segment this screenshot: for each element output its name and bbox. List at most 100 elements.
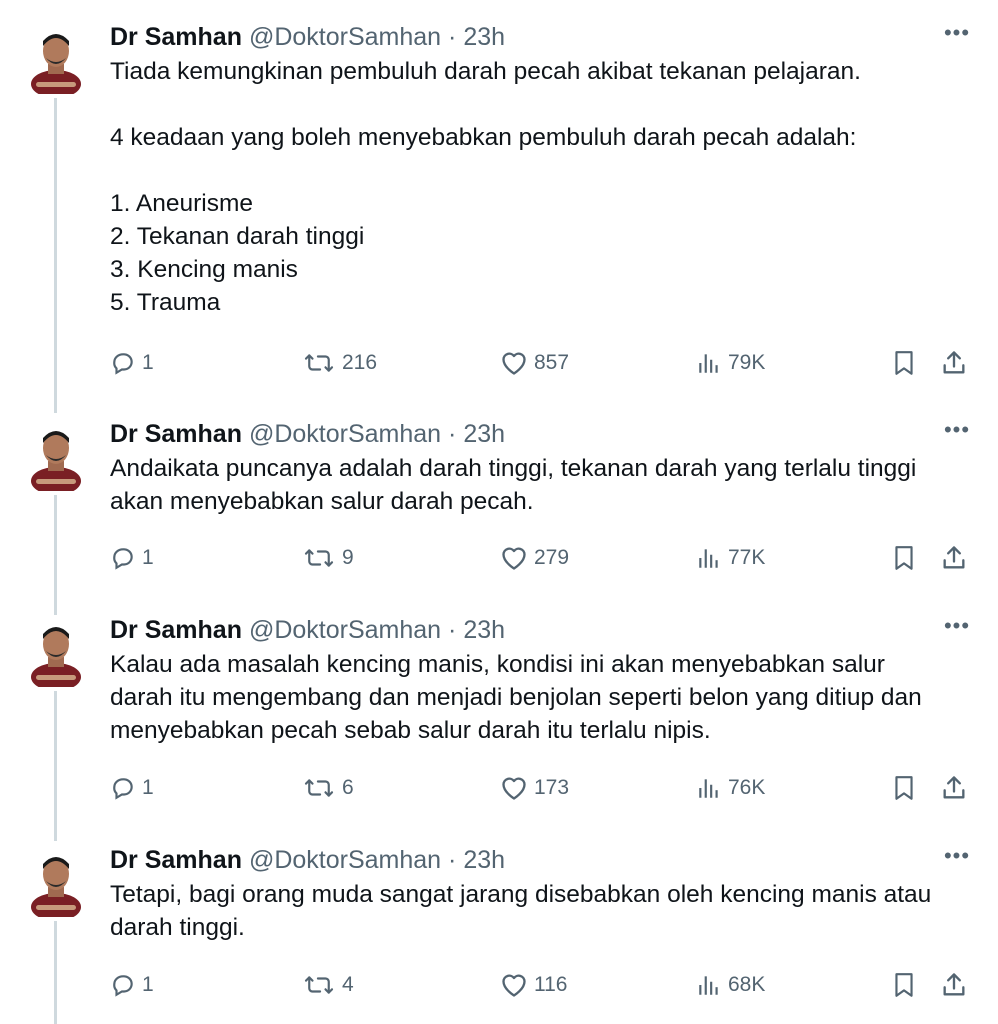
reply-count: 1	[142, 776, 154, 799]
like-icon	[500, 545, 528, 571]
share-icon	[940, 774, 968, 802]
tweet-header: Dr Samhan @DoktorSamhan · 23h	[110, 419, 505, 449]
views-icon	[696, 775, 722, 801]
share-button[interactable]	[940, 773, 968, 803]
reply-count: 1	[142, 351, 154, 374]
like-icon	[500, 775, 528, 801]
repost-count: 216	[342, 351, 378, 374]
views-button[interactable]: 77K	[696, 543, 765, 573]
share-icon	[940, 544, 968, 572]
like-count: 279	[534, 546, 570, 569]
tweet[interactable]: Dr Samhan @DoktorSamhan · 23h ••• Tetapi…	[0, 843, 998, 1024]
tweet-text: Tiada kemungkinan pembuluh darah pecah a…	[110, 58, 861, 316]
share-button[interactable]	[940, 970, 968, 1000]
tweet[interactable]: Dr Samhan @DoktorSamhan · 23h ••• Tiada …	[0, 20, 998, 413]
like-button[interactable]: 116	[500, 970, 567, 1000]
tweet[interactable]: Dr Samhan @DoktorSamhan · 23h ••• Kalau …	[0, 613, 998, 841]
share-button[interactable]	[940, 348, 968, 378]
thread-line	[54, 691, 57, 841]
views-button[interactable]: 79K	[696, 348, 765, 378]
views-icon	[696, 972, 722, 998]
reply-icon	[110, 350, 136, 376]
avatar[interactable]	[28, 423, 84, 495]
reply-button[interactable]: 1	[110, 543, 154, 573]
repost-icon	[302, 775, 336, 801]
author-name[interactable]: Dr Samhan	[110, 846, 242, 874]
views-icon	[696, 545, 722, 571]
tweet[interactable]: Dr Samhan @DoktorSamhan · 23h ••• Andaik…	[0, 417, 998, 615]
bookmark-icon	[891, 349, 917, 377]
reply-button[interactable]: 1	[110, 773, 154, 803]
views-count: 79K	[728, 351, 766, 374]
more-icon[interactable]: •••	[940, 415, 974, 445]
author-handle[interactable]: @DoktorSamhan	[249, 846, 441, 874]
repost-button[interactable]: 216	[302, 348, 377, 378]
author-handle[interactable]: @DoktorSamhan	[249, 616, 441, 644]
repost-icon	[302, 350, 336, 376]
tweet-header: Dr Samhan @DoktorSamhan · 23h	[110, 615, 505, 645]
repost-count: 6	[342, 776, 354, 799]
author-name[interactable]: Dr Samhan	[110, 23, 242, 51]
views-icon	[696, 350, 722, 376]
timestamp[interactable]: 23h	[463, 616, 505, 644]
like-icon	[500, 972, 528, 998]
more-icon[interactable]: •••	[940, 611, 974, 641]
reply-button[interactable]: 1	[110, 970, 154, 1000]
bookmark-icon	[891, 544, 917, 572]
like-count: 173	[534, 776, 570, 799]
views-count: 77K	[728, 546, 766, 569]
timestamp[interactable]: 23h	[463, 420, 505, 448]
views-button[interactable]: 76K	[696, 773, 765, 803]
views-count: 68K	[728, 973, 766, 996]
repost-count: 9	[342, 546, 354, 569]
bookmark-button[interactable]	[891, 970, 917, 1000]
timestamp[interactable]: 23h	[463, 846, 505, 874]
bookmark-icon	[891, 774, 917, 802]
timestamp[interactable]: 23h	[463, 23, 505, 51]
like-button[interactable]: 173	[500, 773, 569, 803]
reply-icon	[110, 972, 136, 998]
like-button[interactable]: 279	[500, 543, 569, 573]
separator: ·	[448, 616, 457, 644]
avatar[interactable]	[28, 849, 84, 921]
author-handle[interactable]: @DoktorSamhan	[249, 420, 441, 448]
views-count: 76K	[728, 776, 766, 799]
action-bar: 1 4 116 68K	[0, 970, 998, 1000]
like-count: 116	[534, 973, 568, 996]
share-icon	[940, 349, 968, 377]
avatar[interactable]	[28, 26, 84, 98]
avatar[interactable]	[28, 619, 84, 691]
reply-count: 1	[142, 546, 154, 569]
like-count: 857	[534, 351, 570, 374]
repost-button[interactable]: 4	[302, 970, 354, 1000]
bookmark-button[interactable]	[891, 348, 917, 378]
more-icon[interactable]: •••	[940, 841, 974, 871]
repost-button[interactable]: 6	[302, 773, 354, 803]
reply-count: 1	[142, 973, 154, 996]
like-icon	[500, 350, 528, 376]
bookmark-button[interactable]	[891, 773, 917, 803]
share-icon	[940, 971, 968, 999]
like-button[interactable]: 857	[500, 348, 569, 378]
author-name[interactable]: Dr Samhan	[110, 420, 242, 448]
reply-button[interactable]: 1	[110, 348, 154, 378]
action-bar: 1 6 173 76K	[0, 773, 998, 803]
separator: ·	[448, 23, 457, 51]
reply-icon	[110, 775, 136, 801]
tweet-text: Tetapi, bagi orang muda sangat jarang di…	[110, 881, 932, 941]
bookmark-button[interactable]	[891, 543, 917, 573]
separator: ·	[448, 846, 457, 874]
more-icon[interactable]: •••	[940, 18, 974, 48]
views-button[interactable]: 68K	[696, 970, 765, 1000]
tweet-text: Kalau ada masalah kencing manis, kondisi…	[110, 651, 922, 744]
separator: ·	[448, 420, 457, 448]
repost-icon	[302, 972, 336, 998]
tweet-header: Dr Samhan @DoktorSamhan · 23h	[110, 22, 505, 52]
author-name[interactable]: Dr Samhan	[110, 616, 242, 644]
share-button[interactable]	[940, 543, 968, 573]
repost-button[interactable]: 9	[302, 543, 354, 573]
author-handle[interactable]: @DoktorSamhan	[249, 23, 441, 51]
tweet-header: Dr Samhan @DoktorSamhan · 23h	[110, 845, 505, 875]
repost-count: 4	[342, 973, 354, 996]
action-bar: 1 216 857 79K	[0, 348, 998, 378]
